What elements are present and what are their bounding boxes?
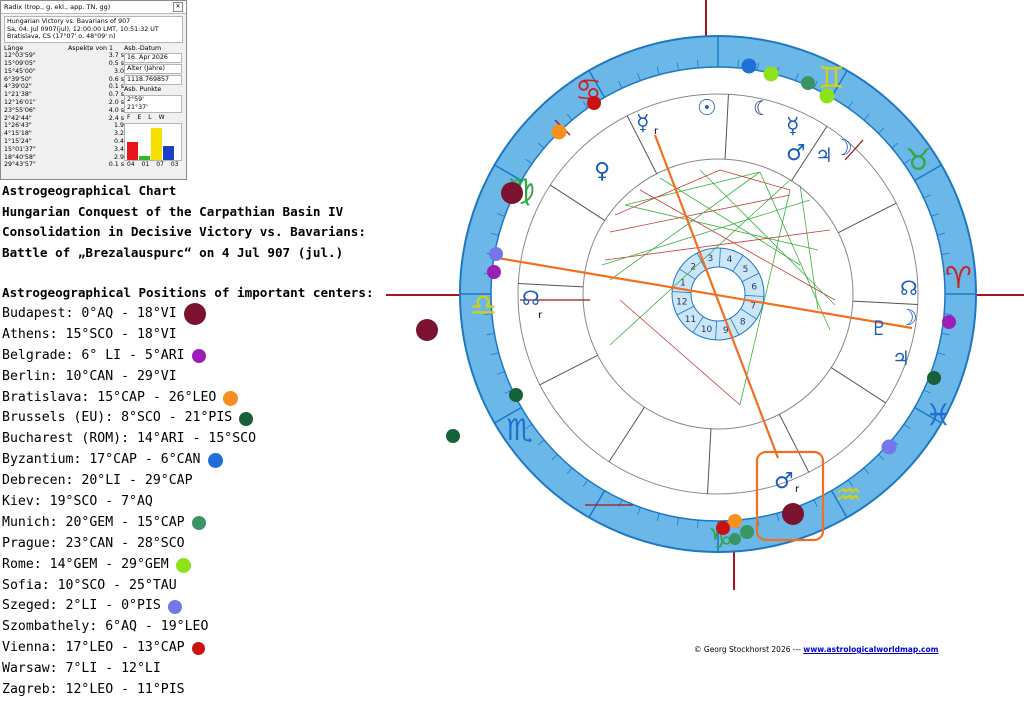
munich-marker — [801, 76, 815, 90]
byzantium-marker — [741, 58, 757, 74]
house-number: 5 — [743, 265, 749, 275]
munich-marker — [729, 533, 741, 545]
munich-marker — [740, 525, 754, 539]
pluto-glyph: ♇ — [870, 316, 888, 340]
moon-glyph-2: ☽ — [833, 136, 853, 161]
rome-marker — [763, 66, 779, 82]
moon-glyph: ☾ — [753, 96, 771, 120]
aries-glyph: ♈ — [945, 261, 972, 296]
house-number: 12 — [676, 298, 687, 308]
sun-glyph: ☉ — [697, 96, 717, 121]
house-number: 6 — [751, 282, 757, 292]
belgrade-marker — [942, 315, 956, 329]
szeged-marker — [881, 439, 897, 455]
brussels-marker — [446, 429, 460, 443]
house-number: 8 — [740, 317, 746, 327]
mars-glyph: ♂ — [786, 141, 806, 166]
budapest-marker — [501, 182, 523, 204]
node-glyph: ☊ — [522, 286, 540, 310]
bratislava-marker — [728, 514, 742, 528]
vienna-marker — [716, 521, 730, 535]
moon-glyph-3: ☽ — [898, 306, 918, 331]
website-link[interactable]: www.astrologicalworldmap.com — [803, 645, 938, 654]
libra-glyph: ♎ — [470, 288, 497, 323]
credit-line: © Georg Stockhorst 2026 --- www.astrolog… — [694, 645, 938, 654]
szeged-marker — [489, 247, 503, 261]
scorpio-glyph: ♏ — [506, 413, 533, 448]
jupiter-glyph-2: ♃ — [892, 346, 910, 370]
brussels-marker — [927, 371, 941, 385]
mercury-glyph: ☿ — [636, 111, 650, 136]
credit-text: © Georg Stockhorst 2026 --- — [694, 645, 804, 654]
taurus-glyph: ♉ — [905, 143, 932, 178]
house-number: 7 — [750, 301, 756, 311]
rome-marker — [819, 88, 835, 104]
belgrade-marker — [487, 265, 501, 279]
center-circle — [690, 266, 746, 322]
astro-wheel: 123 456789101112 ♋ ♊ ♉ ♈ ♓ ♒ ♑ ♏ ♎ ☿ r ☉… — [386, 0, 1024, 590]
mars-glyph-2: ♂ — [774, 469, 794, 494]
house-number: 10 — [701, 325, 713, 335]
venus-glyph: ♀ — [594, 159, 610, 184]
mercury-glyph-2: ☿ — [786, 114, 800, 139]
house-number: 4 — [727, 255, 733, 265]
pisces-glyph: ♓ — [925, 398, 952, 433]
bratislava-marker — [551, 124, 567, 140]
brussels-marker — [509, 388, 523, 402]
budapest-marker — [782, 503, 804, 525]
house-number: 11 — [685, 315, 696, 325]
vienna-marker — [587, 96, 601, 110]
jupiter-glyph: ♃ — [815, 143, 833, 167]
budapest-marker — [416, 319, 438, 341]
aquarius-glyph: ♒ — [835, 478, 862, 513]
north-node-glyph: ☊ — [900, 276, 918, 300]
